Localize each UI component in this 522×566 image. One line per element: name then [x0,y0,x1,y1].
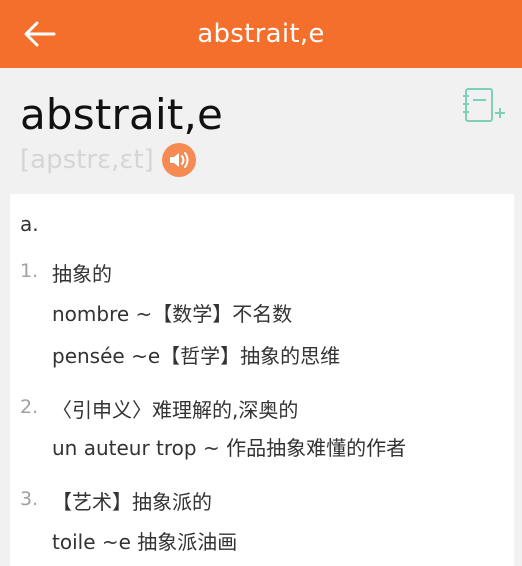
page-title: abstrait,e [197,19,325,49]
play-pronunciation-button[interactable] [161,143,196,177]
sense-example: pensée ~e【哲学】抽象的思维 [52,344,341,368]
sense-number: 2. [20,396,39,418]
notebook-add-icon [463,88,505,122]
sense-number: 3. [20,488,39,510]
back-button[interactable] [20,14,60,54]
add-to-notebook-button[interactable] [462,86,506,126]
sense-number: 1. [20,260,39,282]
arrow-left-icon [24,21,56,47]
sense-example: nombre ~【数学】不名数 [52,302,293,326]
entry-header: abstrait,e [apstrɛ,ɛt] [0,68,522,194]
definition-card: a. 1. 抽象的 nombre ~【数学】不名数 pensée ~e【哲学】抽… [10,194,514,566]
pronunciation-row: [apstrɛ,ɛt] [20,142,196,178]
sense-definition: 〈引申义〉难理解的,深奥的 [52,398,299,422]
sense-example: toile ~e 抽象派油画 [52,530,238,554]
headword: abstrait,e [20,90,224,139]
sense-example: un auteur trop ~ 作品抽象难懂的作者 [52,436,407,460]
sense-definition: 抽象的 [52,262,112,286]
sense-definition: 【艺术】抽象派的 [52,490,212,514]
phonetic-transcription: [apstrɛ,ɛt] [20,145,154,175]
top-bar: abstrait,e [0,0,522,68]
speaker-icon [169,152,189,168]
part-of-speech: a. [20,212,39,236]
